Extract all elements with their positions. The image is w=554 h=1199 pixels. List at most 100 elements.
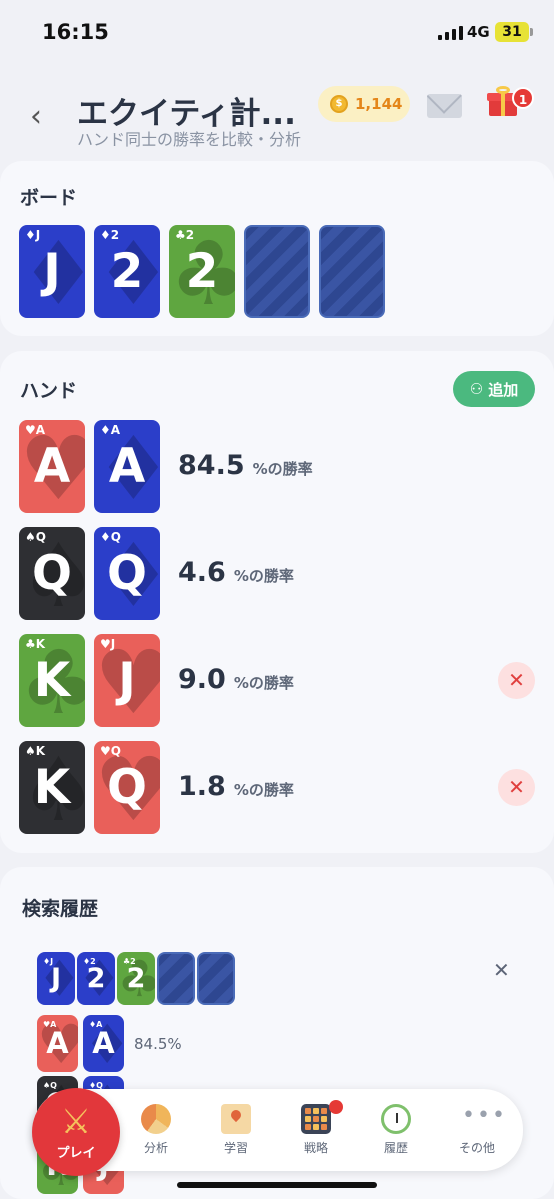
card-corner: ♦A xyxy=(100,423,121,437)
grid-icon xyxy=(301,1104,331,1134)
card-corner: ♠Q xyxy=(25,530,46,544)
card-back[interactable] xyxy=(157,952,195,1005)
playing-card[interactable]: ♥♥JJ xyxy=(94,634,160,727)
card-rank: A xyxy=(46,1026,69,1060)
coin-icon: $ xyxy=(330,95,348,113)
card-corner: ♠K xyxy=(25,744,46,758)
playing-card[interactable]: ♦ ♦J J xyxy=(37,952,75,1005)
equity-label: %の勝率 xyxy=(233,567,294,585)
playing-card[interactable]: ♠♠QQ xyxy=(19,527,85,620)
equity-display: 9.0 %の勝率 xyxy=(178,664,294,695)
card-corner: ♦J xyxy=(25,228,41,242)
playing-card[interactable]: ♥ ♥A A xyxy=(19,420,85,513)
playing-card[interactable]: ♦ ♦2 2 xyxy=(94,225,160,318)
add-user-icon: ⚇ xyxy=(469,380,484,398)
history-title: 検索履歴 xyxy=(22,898,99,920)
playing-card[interactable]: ♥ ♥Q Q xyxy=(94,741,160,834)
notification-dot xyxy=(329,1100,343,1114)
card-rank: Q xyxy=(107,760,147,815)
card-rank: J xyxy=(50,963,62,994)
card-rank: Q xyxy=(32,546,72,601)
card-corner: ♦2 xyxy=(100,228,120,242)
card-back[interactable] xyxy=(197,952,235,1005)
equity-value: 9.0 xyxy=(178,664,226,695)
crossed-swords-icon: ⚔ xyxy=(60,1102,92,1142)
playing-card[interactable]: ♦♦QQ xyxy=(94,527,160,620)
status-time: 16:15 xyxy=(42,20,109,44)
card-rank: A xyxy=(33,439,71,494)
equity-value: 1.8 xyxy=(178,771,226,802)
gift-badge: 1 xyxy=(512,87,534,109)
nav-strategy-label: 戦略 xyxy=(303,1141,328,1155)
signal-icon xyxy=(438,25,463,40)
pie-chart-icon xyxy=(141,1104,171,1134)
card-rank: Q xyxy=(107,546,147,601)
map-pin-icon xyxy=(221,1104,251,1134)
clock-icon xyxy=(381,1104,411,1134)
card-rank: 2 xyxy=(110,244,144,299)
add-hand-button[interactable]: ⚇ 追加 xyxy=(453,371,535,407)
network-label: 4G xyxy=(467,23,490,41)
nav-learn[interactable]: 学習 xyxy=(206,1104,266,1156)
history-equity: 84.5% xyxy=(134,1035,182,1053)
card-rank: 2 xyxy=(86,963,106,994)
card-corner: ♥Q xyxy=(100,744,121,758)
remove-hand-button[interactable]: ✕ xyxy=(498,662,535,699)
playing-card[interactable]: ♦ ♦J J xyxy=(19,225,85,318)
card-back[interactable] xyxy=(244,225,310,318)
card-corner: ♣K xyxy=(25,637,46,651)
more-dots-icon: ••• xyxy=(462,1103,507,1128)
playing-card[interactable]: ♦ ♦A A xyxy=(94,420,160,513)
hands-title: ハンド xyxy=(20,380,78,402)
header: ‹ エクイティ計... ハンド同士の勝率を比較・分析 $ 1,144 xyxy=(0,70,554,160)
status-bar: 16:15 4G 31 xyxy=(0,0,554,64)
play-label: プレイ xyxy=(56,1146,96,1161)
playing-card[interactable]: ♣♣KK xyxy=(19,634,85,727)
nav-analysis-label: 分析 xyxy=(143,1141,168,1155)
add-hand-label: 追加 xyxy=(488,380,519,399)
back-chevron-icon[interactable]: ‹ xyxy=(30,102,42,132)
card-rank: K xyxy=(33,760,71,815)
card-rank: A xyxy=(108,439,146,494)
card-corner: ♥A xyxy=(25,423,46,437)
equity-display: 4.6 %の勝率 xyxy=(178,557,294,588)
coin-balance-button[interactable]: $ 1,144 xyxy=(318,86,410,122)
card-rank: K xyxy=(33,653,71,708)
playing-card[interactable]: ♦ ♦A A xyxy=(83,1015,124,1072)
card-rank: J xyxy=(118,653,136,708)
playing-card[interactable]: ♥ ♥A A xyxy=(37,1015,78,1072)
equity-value: 84.5 xyxy=(178,450,245,481)
playing-card[interactable]: ♦ ♦2 2 xyxy=(77,952,115,1005)
close-icon[interactable]: ✕ xyxy=(493,958,510,982)
card-corner: ♥J xyxy=(100,637,116,651)
card-corner: ♦Q xyxy=(100,530,121,544)
card-rank: 2 xyxy=(126,963,146,994)
playing-card[interactable]: ♠ ♠K K xyxy=(19,741,85,834)
mail-icon[interactable] xyxy=(427,94,462,118)
battery-icon: 31 xyxy=(495,22,533,42)
nav-history[interactable]: 履歴 xyxy=(366,1104,426,1156)
card-rank: 2 xyxy=(185,244,219,299)
equity-label: %の勝率 xyxy=(252,460,313,478)
equity-label: %の勝率 xyxy=(233,781,294,799)
equity-value: 4.6 xyxy=(178,557,226,588)
card-back[interactable] xyxy=(319,225,385,318)
nav-more-label: その他 xyxy=(458,1141,495,1155)
nav-more[interactable]: ••• その他 xyxy=(447,1104,507,1156)
equity-display: 1.8 %の勝率 xyxy=(178,771,294,802)
play-button[interactable]: ⚔ プレイ xyxy=(32,1088,120,1176)
home-indicator xyxy=(177,1182,377,1188)
board-title: ボード xyxy=(20,187,78,209)
card-corner: ♣2 xyxy=(175,228,195,242)
card-rank: J xyxy=(43,244,61,299)
remove-hand-button[interactable]: ✕ xyxy=(498,769,535,806)
playing-card[interactable]: ♣ ♣2 2 xyxy=(169,225,235,318)
nav-learn-label: 学習 xyxy=(223,1141,248,1155)
equity-label: %の勝率 xyxy=(233,674,294,692)
nav-history-label: 履歴 xyxy=(383,1141,408,1155)
coin-balance: 1,144 xyxy=(355,95,403,113)
playing-card[interactable]: ♣ ♣2 2 xyxy=(117,952,155,1005)
card-rank: A xyxy=(92,1026,115,1060)
nav-analysis[interactable]: 分析 xyxy=(126,1104,186,1156)
page-subtitle: ハンド同士の勝率を比較・分析 xyxy=(77,130,302,149)
